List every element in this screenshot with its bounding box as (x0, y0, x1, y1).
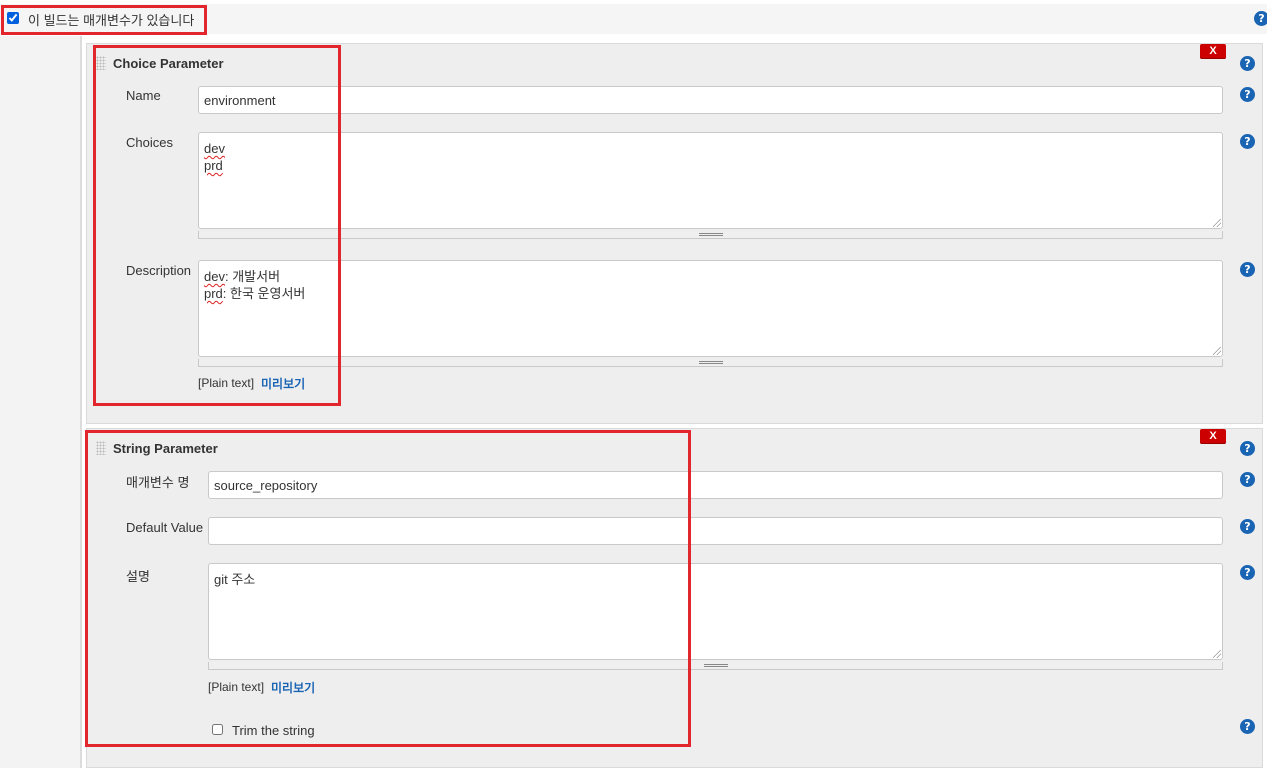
parameterized-build-checkbox[interactable] (7, 12, 19, 24)
help-question-icon[interactable]: ? (1240, 56, 1255, 71)
left-gutter (0, 36, 82, 768)
plain-text-label: [Plain text] (198, 376, 255, 390)
trim-string-label[interactable]: Trim the string (232, 723, 315, 738)
resize-handle-icon[interactable] (703, 664, 728, 667)
choice-parameter-title: Choice Parameter (113, 56, 224, 71)
textarea-resize-bar[interactable] (208, 662, 1223, 670)
resize-handle-icon[interactable] (698, 361, 723, 364)
choice-name-value: environment (204, 92, 276, 108)
delete-x-icon[interactable]: X (1200, 44, 1226, 59)
string-name-input[interactable]: source_repository (208, 471, 1223, 499)
gutter-divider (80, 36, 82, 768)
choice-description-textarea[interactable]: dev: 개발서버 prd: 한국 운영서버 (198, 260, 1223, 357)
drag-handle-icon[interactable] (96, 441, 106, 455)
resize-handle-icon[interactable] (698, 233, 723, 236)
help-question-icon[interactable]: ? (1240, 519, 1255, 534)
choice-item: dev (204, 141, 225, 156)
help-question-icon[interactable]: ? (1240, 87, 1255, 102)
choice-item: prd (204, 158, 223, 173)
help-question-icon[interactable]: ? (1240, 719, 1255, 734)
choices-label: Choices (126, 135, 173, 150)
help-question-icon[interactable]: ? (1240, 262, 1255, 277)
default-value-input[interactable] (208, 517, 1223, 545)
help-question-icon[interactable]: ? (1240, 134, 1255, 149)
description-line: prd: 한국 운영서버 (204, 286, 306, 301)
preview-link[interactable]: 미리보기 (271, 679, 315, 696)
string-description-label: 설명 (126, 569, 150, 584)
default-value-label: Default Value (126, 520, 204, 535)
help-question-icon[interactable]: ? (1240, 472, 1255, 487)
textarea-resize-bar[interactable] (198, 359, 1223, 367)
description-line: git 주소 (214, 572, 256, 587)
help-question-icon[interactable]: ? (1240, 565, 1255, 580)
delete-x-icon[interactable]: X (1200, 429, 1226, 444)
resize-grip-icon[interactable] (1213, 347, 1221, 355)
drag-handle-icon[interactable] (96, 56, 106, 70)
resize-grip-icon[interactable] (1213, 650, 1221, 658)
choice-name-input[interactable]: environment (198, 86, 1223, 114)
help-question-icon[interactable]: ? (1254, 11, 1267, 26)
string-name-label: 매개변수 명 (126, 475, 190, 490)
choice-description-label: Description (126, 263, 192, 278)
plain-text-label: [Plain text] (208, 680, 265, 694)
resize-grip-icon[interactable] (1213, 219, 1221, 227)
parameterized-build-label[interactable]: 이 빌드는 매개변수가 있습니다 (28, 10, 194, 29)
preview-link[interactable]: 미리보기 (261, 375, 305, 392)
choice-name-label: Name (126, 88, 161, 103)
string-description-textarea[interactable]: git 주소 (208, 563, 1223, 660)
description-line: dev: 개발서버 (204, 269, 281, 284)
trim-string-checkbox[interactable] (212, 724, 223, 735)
help-question-icon[interactable]: ? (1240, 441, 1255, 456)
choices-textarea[interactable]: dev prd (198, 132, 1223, 229)
textarea-resize-bar[interactable] (198, 231, 1223, 239)
string-parameter-title: String Parameter (113, 441, 218, 456)
string-name-value: source_repository (214, 477, 318, 493)
